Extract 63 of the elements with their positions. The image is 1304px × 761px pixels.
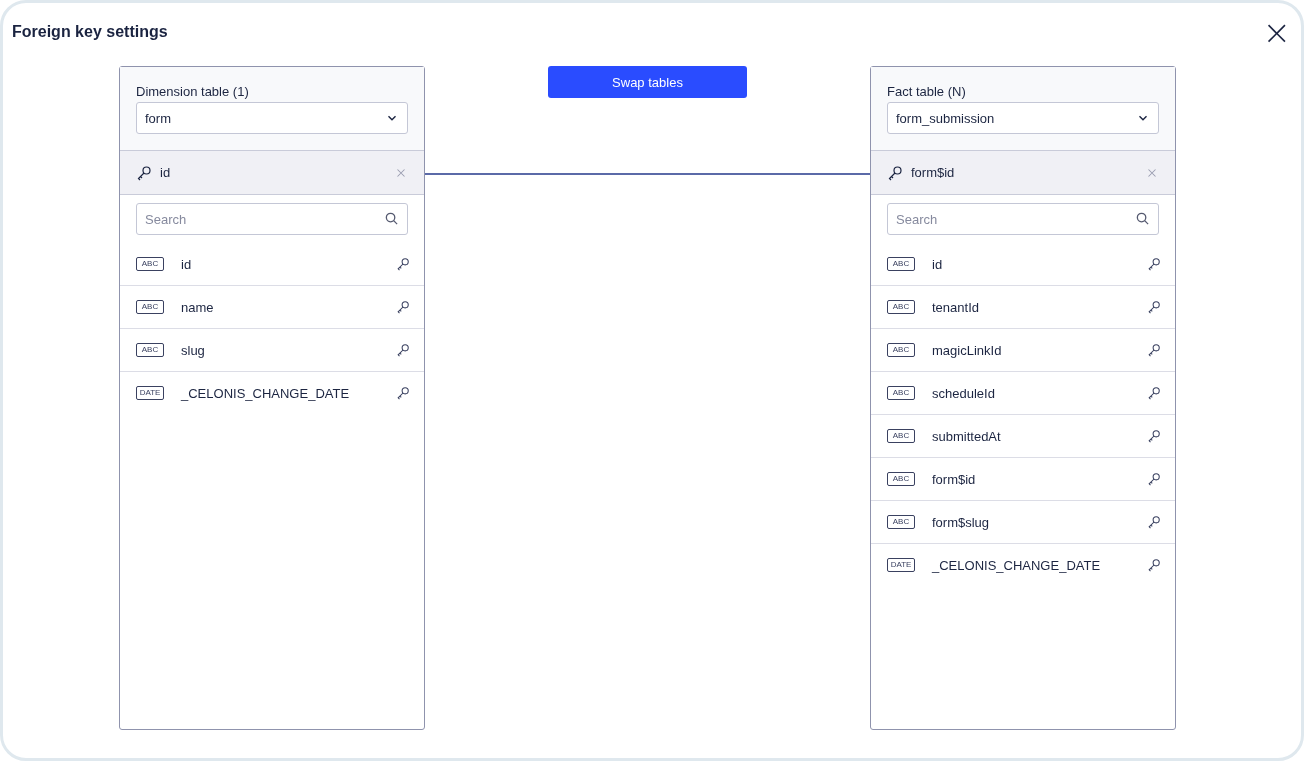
column-row[interactable]: ABC form$slug (871, 501, 1175, 544)
key-icon (1147, 257, 1161, 271)
key-icon (1147, 300, 1161, 314)
key-icon (1147, 472, 1161, 486)
key-icon (396, 300, 410, 314)
type-tag: ABC (887, 515, 915, 529)
type-tag: DATE (136, 386, 164, 400)
table-label: Dimension table (1) (136, 84, 250, 99)
dialog-title: Foreign key settings (12, 23, 168, 41)
key-icon (887, 164, 903, 181)
key-icon (1147, 558, 1161, 572)
key-icon (1147, 386, 1161, 400)
column-name: tenantId (932, 299, 980, 315)
search-field[interactable]: Search (136, 203, 408, 235)
key-icon (1147, 429, 1161, 443)
key-icon (1147, 343, 1161, 357)
column-name: form$id (932, 471, 977, 487)
column-row[interactable]: ABC id (120, 243, 424, 286)
swap-tables-button[interactable]: Swap tables (548, 66, 747, 98)
column-name: id (932, 256, 944, 272)
column-row[interactable]: ABC tenantId (871, 286, 1175, 329)
column-name: slug (181, 342, 206, 358)
type-tag: ABC (887, 472, 915, 486)
table-dropdown[interactable]: form_submission (887, 102, 1159, 134)
table-dropdown[interactable]: form (136, 102, 408, 134)
search-icon (384, 211, 399, 226)
type-tag: ABC (136, 300, 164, 314)
type-tag: DATE (887, 558, 915, 572)
type-tag: ABC (136, 343, 164, 357)
type-tag: ABC (887, 343, 915, 357)
close-button[interactable]: × (1258, 20, 1295, 44)
column-row[interactable]: DATE _CELONIS_CHANGE_DATE (120, 372, 424, 414)
column-name: scheduleId (932, 385, 996, 401)
key-icon (136, 164, 152, 181)
column-row[interactable]: ABC id (871, 243, 1175, 286)
column-name: form$slug (932, 514, 991, 530)
type-tag: ABC (887, 257, 915, 271)
column-row[interactable]: ABC scheduleId (871, 372, 1175, 415)
column-row[interactable]: ABC submittedAt (871, 415, 1175, 458)
key-icon (396, 386, 410, 400)
column-row[interactable]: ABC magicLinkId (871, 329, 1175, 372)
search-icon (1135, 211, 1150, 226)
selected-key-name: form$id (911, 165, 956, 180)
column-row[interactable]: DATE _CELONIS_CHANGE_DATE (871, 544, 1175, 586)
type-tag: ABC (136, 257, 164, 271)
column-name: magicLinkId (932, 342, 1003, 358)
column-row[interactable]: ABC name (120, 286, 424, 329)
column-row[interactable]: ABC slug (120, 329, 424, 372)
selected-key-name: id (160, 165, 172, 180)
column-row[interactable]: ABC form$id (871, 458, 1175, 501)
column-name: name (181, 299, 215, 315)
search-field[interactable]: Search (887, 203, 1159, 235)
column-name: _CELONIS_CHANGE_DATE (932, 557, 1102, 573)
type-tag: ABC (887, 429, 915, 443)
table-label: Fact table (N) (887, 84, 967, 99)
type-tag: ABC (887, 386, 915, 400)
type-tag: ABC (887, 300, 915, 314)
column-name: _CELONIS_CHANGE_DATE (181, 385, 351, 401)
key-icon (396, 343, 410, 357)
column-name: id (181, 256, 193, 272)
key-icon (1147, 515, 1161, 529)
column-name: submittedAt (932, 428, 1002, 444)
key-icon (396, 257, 410, 271)
